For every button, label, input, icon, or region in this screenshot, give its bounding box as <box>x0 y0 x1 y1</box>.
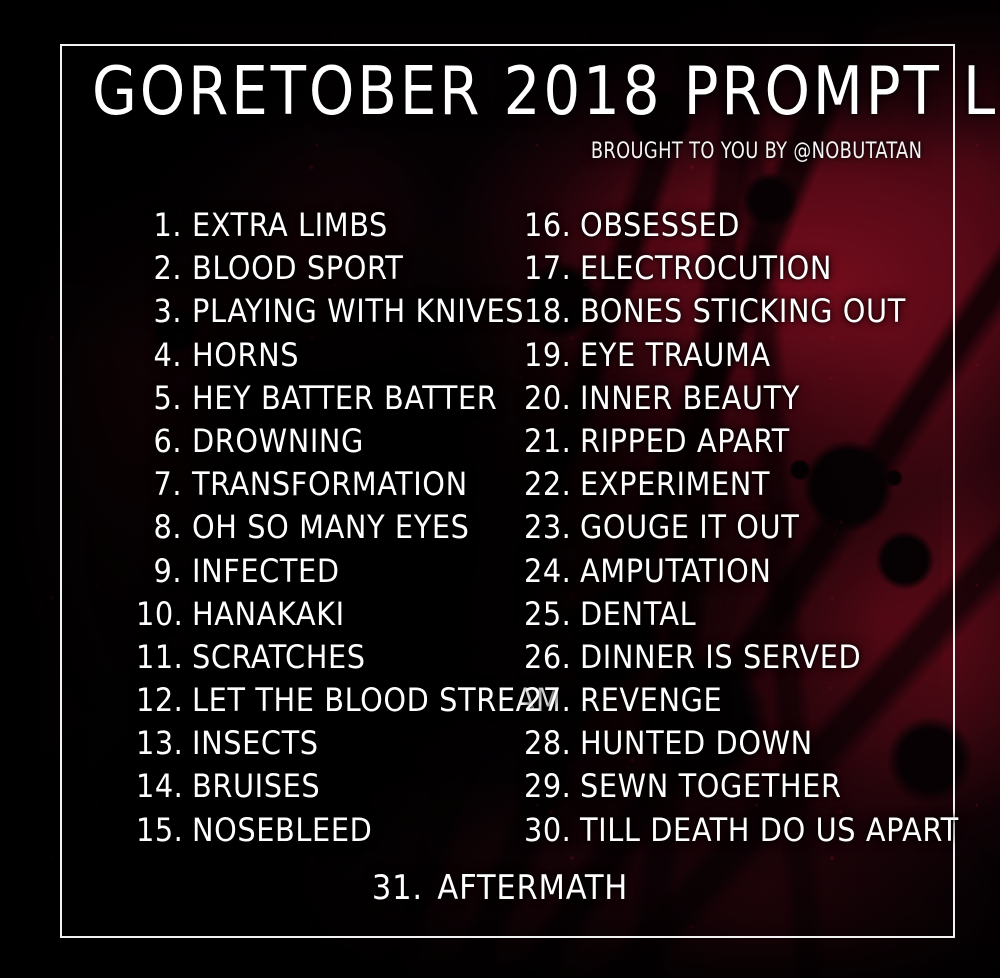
list-item: 7. TRANSFORMATION <box>136 465 561 508</box>
list-item-number: 4. <box>153 335 182 374</box>
list-item: 13. INSECTS <box>136 724 561 767</box>
list-item: 19. EYE TRAUMA <box>524 336 959 379</box>
list-item-label: EXPERIMENT <box>580 465 771 504</box>
list-item: 28. HUNTED DOWN <box>524 724 959 767</box>
prompt-list-final-row: 31. AFTERMATH <box>0 868 1000 908</box>
list-item-label: OH SO MANY EYES <box>192 508 470 547</box>
list-item: 9. INFECTED <box>136 552 561 595</box>
list-item: 26. DINNER IS SERVED <box>524 638 959 681</box>
list-item: 14. BRUISES <box>136 767 561 810</box>
list-item: 11. SCRATCHES <box>136 638 561 681</box>
list-item-number: 23. <box>524 508 572 547</box>
list-item-label: INSECTS <box>192 724 319 763</box>
list-item-number: 31. <box>371 868 423 908</box>
prompt-list-left-column: 1. EXTRA LIMBS 2. BLOOD SPORT 3. PLAYING WITH… <box>136 206 561 854</box>
list-item-label: SEWN TOGETHER <box>580 767 842 806</box>
list-item-number: 30. <box>524 810 572 849</box>
list-item: 29. SEWN TOGETHER <box>524 767 959 810</box>
list-item-number: 25. <box>524 594 572 633</box>
list-item-label: EYE TRAUMA <box>580 335 771 374</box>
list-item-number: 3. <box>153 292 182 331</box>
list-item-number: 19. <box>524 335 572 374</box>
list-item-label: BONES STICKING OUT <box>580 292 906 331</box>
list-item-label: LET THE BLOOD STREAM <box>192 681 562 720</box>
list-item-label: AFTERMATH <box>437 868 629 908</box>
list-item-label: EXTRA LIMBS <box>192 206 388 244</box>
list-item-number: 10. <box>136 594 184 633</box>
list-item-label: HANAKAKI <box>192 594 345 633</box>
list-item-number: 12. <box>136 681 184 720</box>
list-item-label: TRANSFORMATION <box>192 465 468 504</box>
list-item-number: 28. <box>524 724 572 763</box>
goretober-prompt-list-poster: GORETOBER 2018 PROMPT LIST BROUGHT TO YO… <box>0 0 1000 978</box>
list-item-number: 29. <box>524 767 572 806</box>
list-item: 1. EXTRA LIMBS <box>136 206 561 249</box>
list-item-label: TILL DEATH DO US APART <box>580 810 959 849</box>
list-item-label: BRUISES <box>192 767 321 806</box>
list-item-label: REVENGE <box>580 681 723 720</box>
list-item: 30. TILL DEATH DO US APART <box>524 811 959 854</box>
list-item: 15. NOSEBLEED <box>136 811 561 854</box>
list-item-label: DROWNING <box>192 421 364 460</box>
list-item-label: DINNER IS SERVED <box>580 637 862 676</box>
list-item-number: 26. <box>524 637 572 676</box>
list-item-number: 18. <box>524 292 572 331</box>
list-item: 3. PLAYING WITH KNIVES <box>136 292 561 335</box>
list-item-label: HUNTED DOWN <box>580 724 813 763</box>
list-item-label: GOUGE IT OUT <box>580 508 800 547</box>
list-item-label: PLAYING WITH KNIVES <box>192 292 525 331</box>
list-item: 21. RIPPED APART <box>524 422 959 465</box>
list-item-number: 27. <box>524 681 572 720</box>
list-item-number: 20. <box>524 378 572 417</box>
list-item: 8. OH SO MANY EYES <box>136 508 561 551</box>
list-item: 27. REVENGE <box>524 681 959 724</box>
list-item: 10. HANAKAKI <box>136 595 561 638</box>
list-item-label: AMPUTATION <box>580 551 772 590</box>
list-item-number: 13. <box>136 724 184 763</box>
list-item: 4. HORNS <box>136 336 561 379</box>
list-item: 5. HEY BATTER BATTER <box>136 379 561 422</box>
list-item-label: INNER BEAUTY <box>580 378 800 417</box>
list-item: 17. ELECTROCUTION <box>524 249 959 292</box>
list-item: 24. AMPUTATION <box>524 552 959 595</box>
list-item-number: 11. <box>136 637 184 676</box>
list-item: 18. BONES STICKING OUT <box>524 292 959 335</box>
list-item-number: 22. <box>524 465 572 504</box>
list-item: 25. DENTAL <box>524 595 959 638</box>
page-title: GORETOBER 2018 PROMPT LIST <box>92 52 1000 130</box>
list-item-number: 1. <box>153 206 182 244</box>
list-item: 22. EXPERIMENT <box>524 465 959 508</box>
list-item-label: INFECTED <box>192 551 340 590</box>
list-item-label: BLOOD SPORT <box>192 249 404 288</box>
list-item: 20. INNER BEAUTY <box>524 379 959 422</box>
list-item-label: NOSEBLEED <box>192 810 373 849</box>
list-item-number: 9. <box>153 551 182 590</box>
list-item-label: SCRATCHES <box>192 637 366 676</box>
list-item: 16. OBSESSED <box>524 206 959 249</box>
list-item-number: 24. <box>524 551 572 590</box>
list-item-number: 14. <box>136 767 184 806</box>
credit-line: BROUGHT TO YOU BY @NOBUTATAN <box>590 139 922 164</box>
list-item-number: 15. <box>136 810 184 849</box>
list-item-number: 7. <box>153 465 182 504</box>
list-item-label: ELECTROCUTION <box>580 249 832 288</box>
list-item-label: HEY BATTER BATTER <box>192 378 498 417</box>
list-item: 2. BLOOD SPORT <box>136 249 561 292</box>
list-item-number: 21. <box>524 421 572 460</box>
list-item: 23. GOUGE IT OUT <box>524 508 959 551</box>
list-item: 6. DROWNING <box>136 422 561 465</box>
list-item-number: 5. <box>153 378 182 417</box>
list-item-number: 6. <box>153 421 182 460</box>
list-item-label: OBSESSED <box>580 206 741 244</box>
list-item: 12. LET THE BLOOD STREAM <box>136 681 561 724</box>
list-item-number: 2. <box>153 249 182 288</box>
list-item-label: RIPPED APART <box>580 421 790 460</box>
list-item-label: HORNS <box>192 335 300 374</box>
list-item-number: 17. <box>524 249 572 288</box>
list-item-label: DENTAL <box>580 594 697 633</box>
list-item-number: 8. <box>153 508 182 547</box>
list-item-number: 16. <box>524 206 572 244</box>
prompt-list-right-column: 16. OBSESSED 17. ELECTROCUTION 18. BONES STIC… <box>524 206 959 854</box>
